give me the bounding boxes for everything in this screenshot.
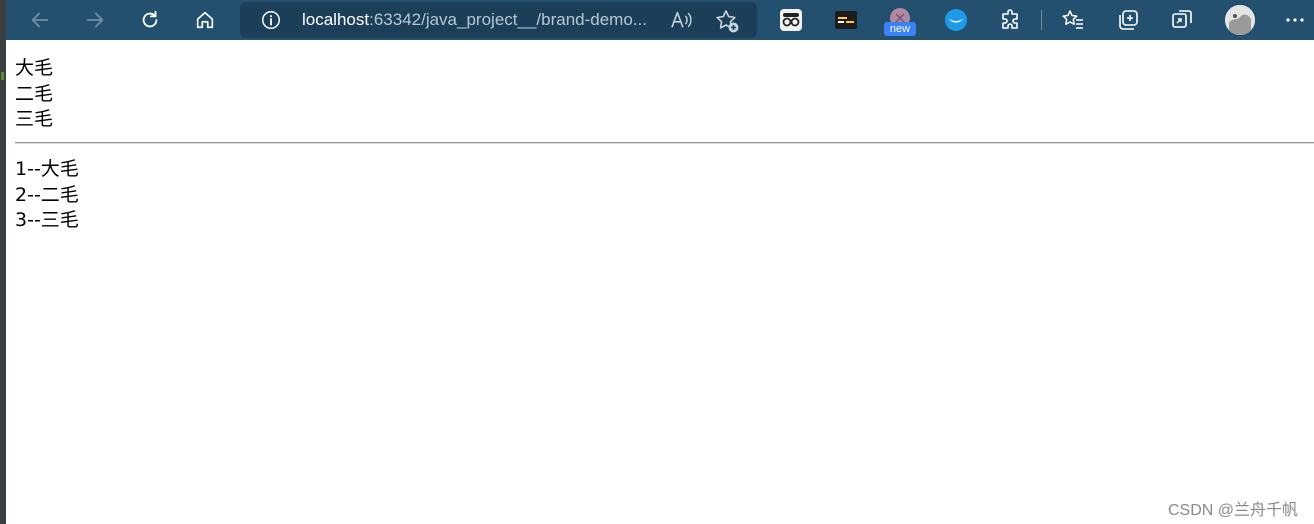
refresh-button[interactable] xyxy=(134,4,166,36)
home-icon xyxy=(196,11,214,29)
avatar-image xyxy=(1225,5,1255,35)
share-icon[interactable] xyxy=(1170,8,1194,32)
add-favorite-icon[interactable] xyxy=(714,8,740,34)
browser-toolbar: localhost:63342/java_project__/brand-dem… xyxy=(6,0,1314,40)
toolbar-divider xyxy=(1041,10,1042,30)
refresh-icon xyxy=(142,10,158,28)
more-icon[interactable] xyxy=(1283,8,1307,32)
forward-icon xyxy=(86,12,104,28)
read-aloud-icon[interactable] xyxy=(670,9,694,31)
address-bar[interactable]: localhost:63342/java_project__/brand-dem… xyxy=(240,2,757,38)
extension-glasses-icon[interactable] xyxy=(779,8,803,32)
collections-icon[interactable] xyxy=(1116,8,1140,32)
ide-marker xyxy=(1,72,4,80)
name-list: 大毛 二毛 三毛 xyxy=(15,56,53,133)
list-item: 3--三毛 xyxy=(15,209,79,231)
indexed-name-list: 1--大毛 2--二毛 3--三毛 xyxy=(15,157,79,234)
forward-button[interactable] xyxy=(79,4,111,36)
address-path: :63342/java_project__/brand-demo... xyxy=(369,10,647,29)
site-info-icon[interactable] xyxy=(260,9,282,31)
favorites-icon[interactable] xyxy=(1061,8,1085,32)
horizontal-rule xyxy=(15,142,1314,144)
address-url[interactable]: localhost:63342/java_project__/brand-dem… xyxy=(302,10,647,30)
list-item: 1--大毛 xyxy=(15,158,79,180)
extension-console-icon[interactable] xyxy=(834,8,858,32)
list-item: 大毛 xyxy=(15,57,54,79)
back-icon xyxy=(31,12,49,28)
home-button[interactable] xyxy=(189,4,221,36)
back-button[interactable] xyxy=(24,4,56,36)
list-item: 2--二毛 xyxy=(15,183,79,206)
new-badge: new xyxy=(884,22,916,36)
extensions-puzzle-icon[interactable] xyxy=(999,8,1023,32)
extension-bird-icon[interactable] xyxy=(944,8,968,32)
watermark: CSDN @兰舟千帆 xyxy=(1167,502,1298,519)
list-item: 三毛 xyxy=(15,108,54,130)
list-item: 二毛 xyxy=(15,82,54,105)
ide-edge-strip xyxy=(0,0,6,524)
profile-avatar[interactable] xyxy=(1225,5,1255,35)
address-host: localhost xyxy=(302,10,370,29)
